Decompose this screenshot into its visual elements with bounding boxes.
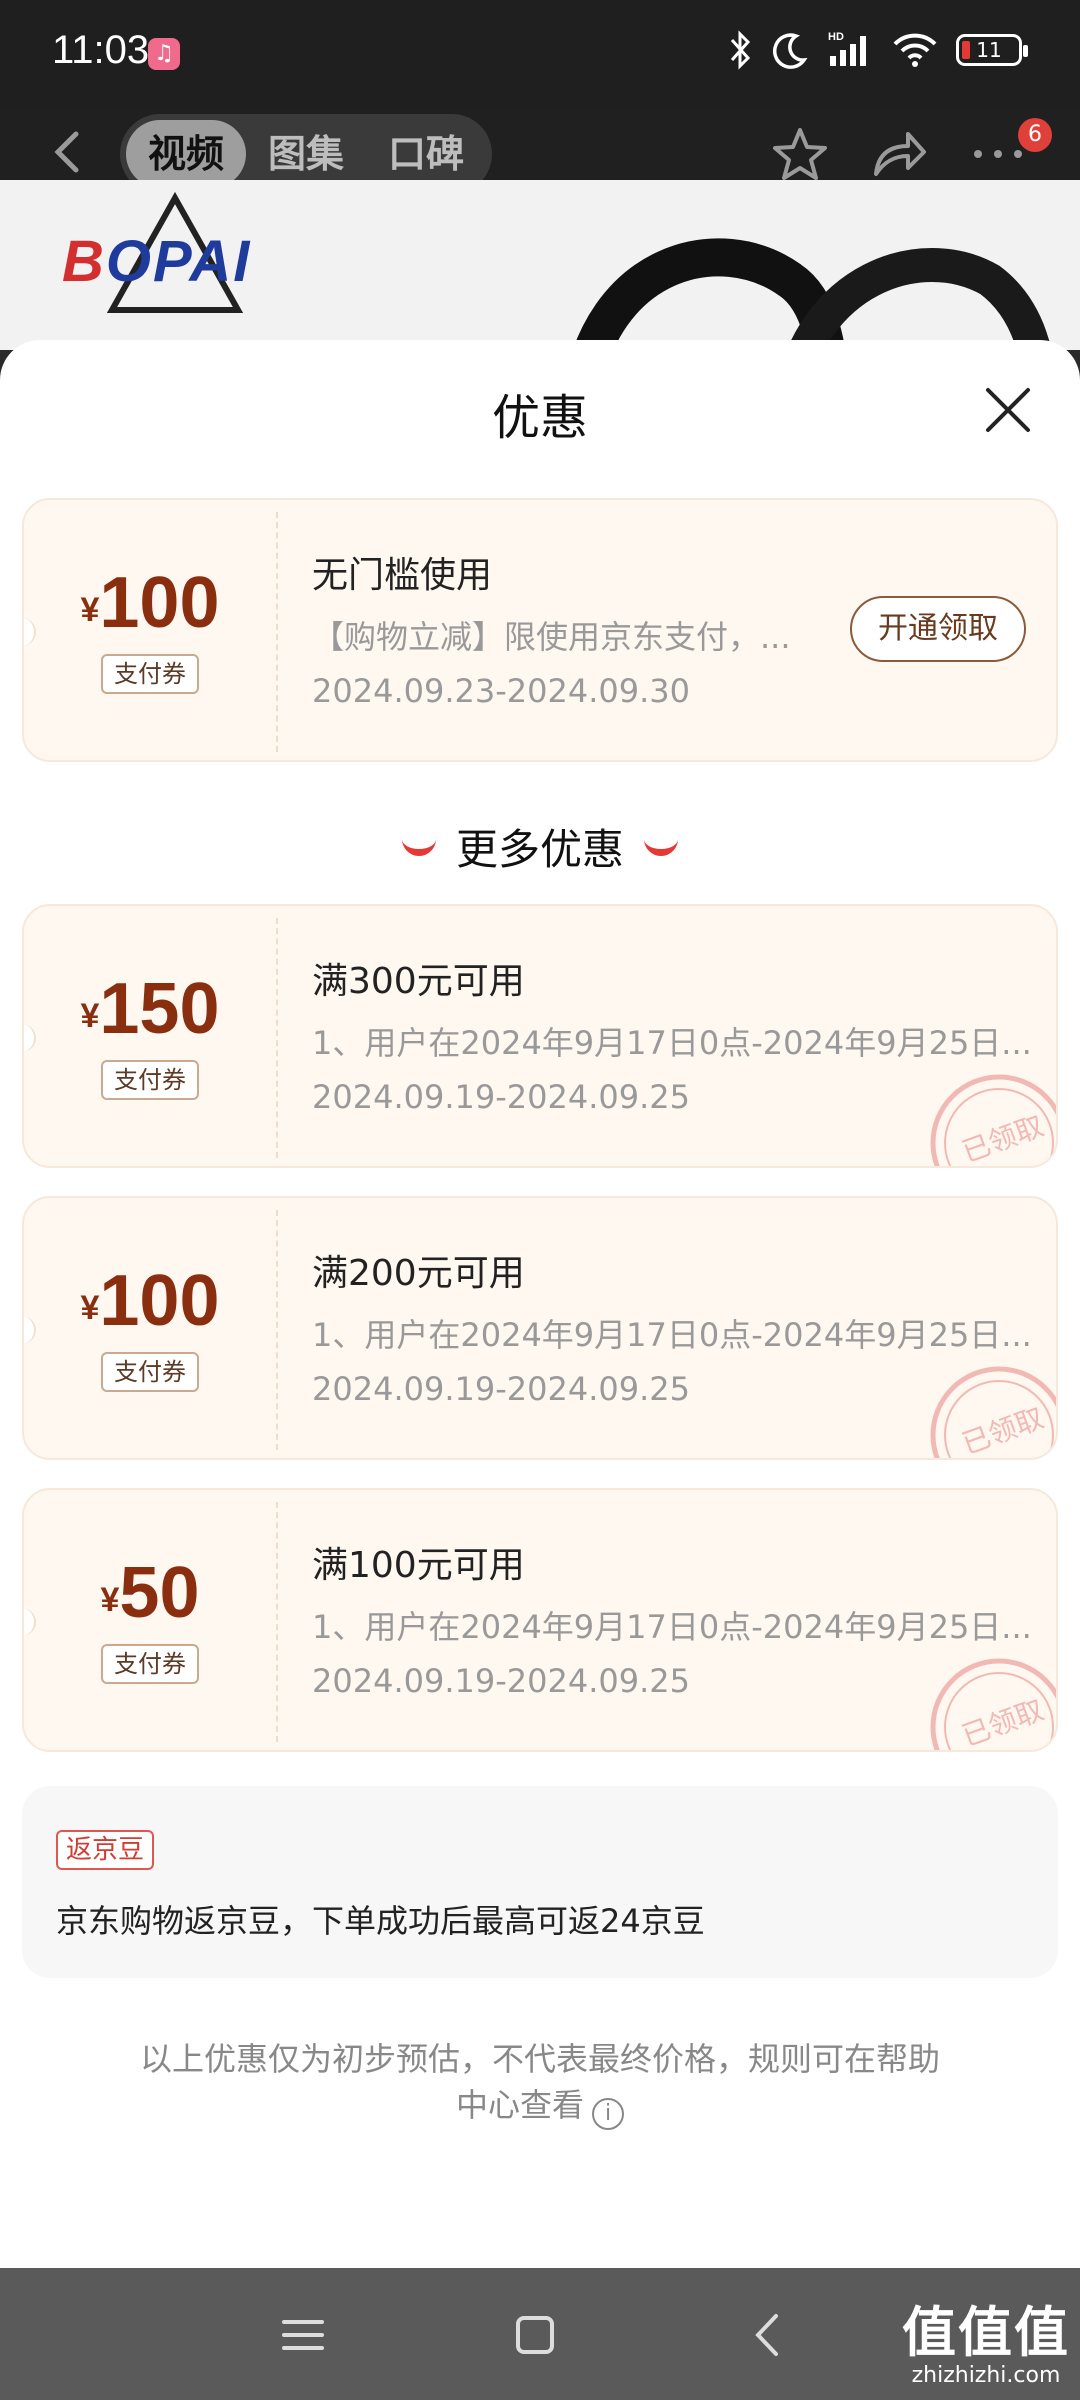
rebate-tag: 返京豆 [56,1830,155,1870]
tab-video[interactable]: 视频 [126,120,246,188]
battery-icon: 11 [956,34,1028,66]
coupon-type-tag: 支付券 [101,1060,199,1100]
claimed-stamp: 已领取 [930,1074,1056,1168]
coupon-date: 2024.09.19-2024.09.25 [312,1078,690,1116]
coupon-desc: 1、用户在2024年9月17日0点-2024年9月25日... [312,1024,1032,1062]
bluetooth-icon [730,30,751,70]
tab-reviews[interactable]: 口碑 [366,120,486,188]
coupon-amount: ¥100 [80,1261,220,1341]
coupon-desc: 1、用户在2024年9月17日0点-2024年9月25日... [312,1316,1032,1354]
status-icons: HD 11 [728,30,1028,70]
coupon-date: 2024.09.19-2024.09.25 [312,1662,690,1700]
coupon-type-tag: 支付券 [101,654,199,694]
notification-badge: 6 [1018,118,1052,152]
status-time: 11:03 [52,28,150,72]
watermark-logo: 值值值 zhizhizhi.com [902,2301,1070,2388]
menu-icon[interactable] [276,2308,330,2362]
coupon-title: 满100元可用 [312,1545,525,1586]
moon-icon [773,33,808,69]
disclaimer: 以上优惠仅为初步预估，不代表最终价格，规则可在帮助中心查看 i [130,2036,950,2130]
info-icon[interactable]: i [592,2098,624,2130]
back-icon[interactable] [48,118,88,188]
coupon-amount: ¥50 [100,1553,200,1633]
rebate-text: 京东购物返京豆，下单成功后最高可返24京豆 [56,1902,705,1940]
coupon-desc: 【购物立减】限使用京东支付，... [312,618,791,656]
jingdou-rebate-card: 返京豆 京东购物返京豆，下单成功后最高可返24京豆 [22,1786,1058,1978]
coupon-amount: ¥150 [80,969,220,1049]
star-icon[interactable] [768,122,832,186]
home-icon[interactable] [508,2308,562,2362]
system-nav-bar: 值值值 zhizhizhi.com [0,2268,1080,2400]
share-icon[interactable] [866,122,930,186]
close-icon[interactable] [980,382,1036,438]
svg-text:HD: HD [828,31,844,43]
more-offers-heading: 更多优惠 [0,816,1080,877]
coupon-date: 2024.09.19-2024.09.25 [312,1370,690,1408]
music-app-icon: ♫ [148,38,180,70]
nav-back-icon[interactable] [742,2308,796,2362]
coupon-card: ¥50 支付券 满100元可用 1、用户在2024年9月17日0点-2024年9… [22,1488,1058,1752]
claimed-stamp: 已领取 [930,1658,1056,1752]
main-coupon-card: ¥100 支付券 无门槛使用 【购物立减】限使用京东支付，... 2024.09… [22,498,1058,762]
discount-sheet: 优惠 ¥100 支付券 无门槛使用 【购物立减】限使用京东支付，... 2024… [0,340,1080,2268]
svg-text:已领取: 已领取 [958,1693,1048,1752]
coupon-desc: 1、用户在2024年9月17日0点-2024年9月25日... [312,1608,1032,1646]
wifi-icon [893,33,937,67]
hd-signal-icon: HD [828,31,866,66]
coupon-title: 满200元可用 [312,1253,525,1294]
activate-claim-button[interactable]: 开通领取 [850,596,1026,662]
coupon-date: 2024.09.23-2024.09.30 [312,672,690,710]
coupon-type-tag: 支付券 [101,1352,199,1392]
coupon-type-tag: 支付券 [101,1644,199,1684]
coupon-card: ¥150 支付券 满300元可用 1、用户在2024年9月17日0点-2024年… [22,904,1058,1168]
svg-text:已领取: 已领取 [958,1109,1048,1168]
claimed-stamp: 已领取 [930,1366,1056,1460]
product-bag-graphic [572,238,1052,350]
coupon-title: 满300元可用 [312,961,525,1002]
coupon-amount: ¥100 [80,563,220,643]
status-bar: 11:03 ♫ HD 11 [0,0,1080,110]
product-image: BOPAI [0,180,1080,350]
brand-logo: BOPAI [62,229,252,294]
battery-level: 11 [976,38,1002,62]
coupon-card: ¥100 支付券 满200元可用 1、用户在2024年9月17日0点-2024年… [22,1196,1058,1460]
sheet-title: 优惠 [491,390,588,446]
svg-text:已领取: 已领取 [958,1401,1048,1460]
tab-gallery[interactable]: 图集 [246,120,366,188]
coupon-title: 无门槛使用 [312,555,493,596]
